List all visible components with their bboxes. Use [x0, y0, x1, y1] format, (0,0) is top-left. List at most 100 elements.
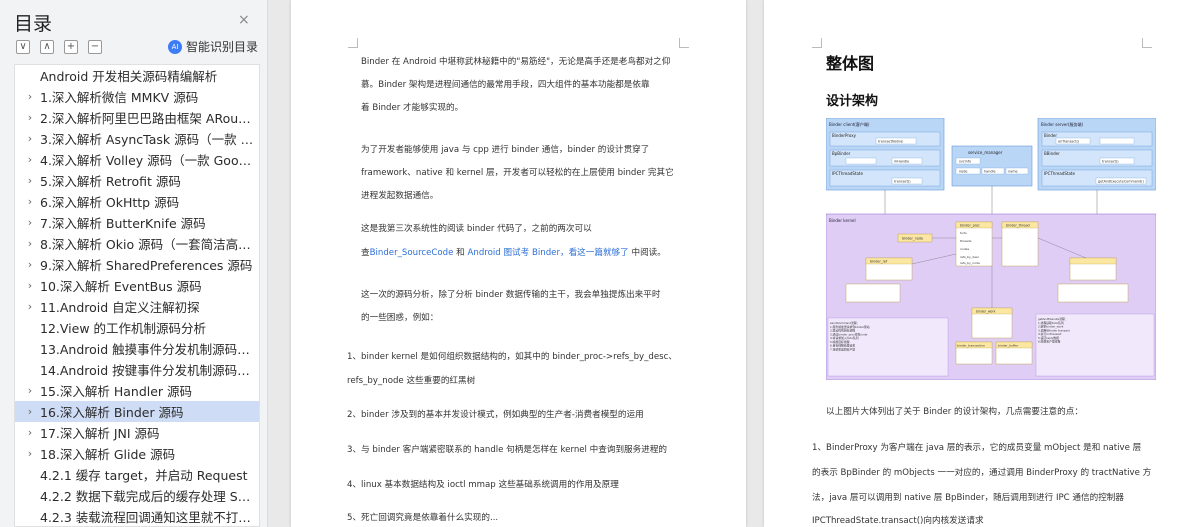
chevron-right-icon[interactable]: ›: [23, 237, 37, 250]
link-this-article[interactable]: ，看这一篇就够了: [560, 248, 629, 258]
toc-item-label: 11.Android 自定义注解初探: [40, 300, 200, 315]
list-item: refs_by_node 这些重要的红黑树: [347, 376, 476, 386]
paragraph-line: 法，java 层可以调用到 native 层 BpBinder，随后调用到进行 …: [812, 493, 1124, 503]
toc-item-label: 7.深入解析 ButterKnife 源码: [40, 216, 206, 231]
server-item: Binder: [1044, 133, 1057, 138]
chevron-right-icon[interactable]: ›: [23, 195, 37, 208]
toc-item-label: 8.深入解析 Okio 源码（一套简洁高效...: [40, 237, 255, 252]
chevron-right-icon[interactable]: ›: [23, 216, 37, 229]
toc-item[interactable]: 4.2.3 装载流程回调通知这里就不打算...: [15, 506, 259, 526]
toc-item[interactable]: › 18.深入解析 Glide 源码: [15, 443, 259, 464]
server-value: getAndExecuteCommand(): [1098, 180, 1144, 184]
kernel-node: binder_proc: [960, 224, 980, 228]
toc-item[interactable]: › 2.深入解析阿里巴巴路由框架 ARoute...: [15, 107, 259, 128]
toc-item[interactable]: 4.2.2 数据下载完成后的缓存处理 Sou...: [15, 485, 259, 506]
toc-item[interactable]: › 16.深入解析 Binder 源码: [15, 401, 259, 422]
client-value: transactNative: [878, 140, 903, 144]
sm-item: name: [1008, 170, 1018, 174]
toc-item[interactable]: › 6.深入解析 OkHttp 源码: [15, 191, 259, 212]
chevron-right-icon[interactable]: ›: [23, 90, 37, 103]
chevron-right-icon[interactable]: ›: [23, 132, 37, 145]
paragraph-line: 的表示 BpBinder 的 mObjects 一一对应的，通过调用 Binde…: [812, 468, 1152, 478]
list-item: 3、与 binder 客户端紧密联系的 handle 句柄是怎样在 kernel…: [347, 445, 668, 455]
page-corner-mark: [812, 38, 822, 48]
text-span: 查: [361, 248, 370, 258]
toc-item-label: 5.深入解析 Retrofit 源码: [40, 174, 181, 189]
chevron-right-icon[interactable]: ›: [23, 447, 37, 460]
client-item: IPCThreadState: [832, 171, 863, 176]
kernel-node: refs_by_node: [960, 261, 980, 265]
toc-item[interactable]: › 17.深入解析 JNI 源码: [15, 422, 259, 443]
server-box-title: Binder server(服务端): [1041, 121, 1084, 127]
chevron-right-icon[interactable]: ›: [23, 405, 37, 418]
remove-item-icon[interactable]: −: [88, 40, 102, 54]
server-item: IPCThreadState: [1044, 171, 1075, 176]
toc-title: 目录: [14, 13, 53, 35]
chevron-right-icon[interactable]: ›: [23, 111, 37, 124]
toc-item[interactable]: 14.Android 按键事件分发机制源码分...: [15, 359, 259, 380]
toc-item[interactable]: 12.View 的工作机制源码分析: [15, 317, 259, 338]
toc-item-label: 3.深入解析 AsyncTask 源码（一款 A...: [40, 132, 255, 147]
add-item-icon[interactable]: +: [64, 40, 78, 54]
chevron-right-icon[interactable]: ›: [23, 174, 37, 187]
binder-architecture-diagram: Binder client(客户端) BinderProxy transactN…: [826, 118, 1156, 380]
toc-item-label: 17.深入解析 JNI 源码: [40, 426, 160, 441]
smart-toc-button[interactable]: AI 智能识别目录: [168, 38, 258, 55]
paragraph-line: 1、BinderProxy 为客户端在 java 层的表示，它的成员变量 mOb…: [812, 443, 1142, 453]
toc-item[interactable]: › 7.深入解析 ButterKnife 源码: [15, 212, 259, 233]
kernel-node: binder_thread: [1006, 224, 1030, 228]
link-android-binder[interactable]: Android 图试考 Binder: [468, 248, 560, 258]
paragraph-line: 着 Binder 才能够实现的。: [361, 103, 464, 113]
kernel-node: binder_transaction: [957, 344, 985, 348]
toc-item[interactable]: › 1.深入解析微信 MMKV 源码: [15, 86, 259, 107]
link-binder-sourcecode[interactable]: Binder_SourceCode: [370, 248, 454, 258]
toc-item-label: 9.深入解析 SharedPreferences 源码: [40, 258, 253, 273]
kernel-node: binder_work: [976, 310, 996, 314]
page-corner-mark: [1142, 38, 1152, 48]
chevron-right-icon[interactable]: ›: [23, 384, 37, 397]
toc-item-label: 14.Android 按键事件分发机制源码分...: [40, 363, 255, 378]
client-item: BinderProxy: [832, 133, 857, 138]
toc-item[interactable]: › 5.深入解析 Retrofit 源码: [15, 170, 259, 191]
expand-all-icon[interactable]: ∧: [40, 40, 54, 54]
collapse-all-icon[interactable]: ∨: [16, 40, 30, 54]
sm-item: node: [959, 170, 967, 174]
chevron-right-icon[interactable]: ›: [23, 258, 37, 271]
paragraph-line: IPCThreadState.transact()向内核发送请求: [812, 516, 984, 526]
paragraph-line: 查Binder_SourceCode 和 Android 图试考 Binder，…: [361, 248, 666, 259]
close-icon[interactable]: ×: [238, 12, 250, 28]
document-page-2: 整体图 设计架构 Binder client(客户端) BinderProxy …: [764, 0, 1200, 527]
toc-panel: 目录 × ∨ ∧ + − AI 智能识别目录 Android 开发相关源码精编解…: [0, 0, 268, 527]
toc-item[interactable]: › 15.深入解析 Handler 源码: [15, 380, 259, 401]
list-item: 5、死亡回调究竟是依靠着什么实现的...: [347, 513, 499, 523]
toc-item[interactable]: Android 开发相关源码精编解析: [15, 65, 259, 86]
toc-item[interactable]: › 11.Android 自定义注解初探: [15, 296, 259, 317]
toc-item[interactable]: › 10.深入解析 EventBus 源码: [15, 275, 259, 296]
chevron-right-icon[interactable]: ›: [23, 153, 37, 166]
toc-item-label: 4.2.2 数据下载完成后的缓存处理 Sou...: [40, 489, 255, 504]
list-item: 1、binder kernel 是如何组织数据结构的，如其中的 binder_p…: [347, 352, 677, 362]
text-span: 和: [453, 248, 468, 258]
server-value: onTransact(): [1058, 140, 1080, 144]
toc-item[interactable]: › 9.深入解析 SharedPreferences 源码: [15, 254, 259, 275]
chevron-right-icon[interactable]: ›: [23, 426, 37, 439]
chevron-right-icon[interactable]: ›: [23, 279, 37, 292]
toc-item[interactable]: 13.Android 触摸事件分发机制源码分...: [15, 338, 259, 359]
toc-item-label: 13.Android 触摸事件分发机制源码分...: [40, 342, 255, 357]
paragraph-line: 为了开发者能够使用 java 与 cpp 进行 binder 通信，binder…: [361, 145, 650, 155]
toc-item-label: 1.深入解析微信 MMKV 源码: [40, 90, 199, 105]
toc-list: Android 开发相关源码精编解析 › 1.深入解析微信 MMKV 源码 › 2.深入…: [14, 64, 260, 527]
toc-item[interactable]: › 4.深入解析 Volley 源码（一款 Googl...: [15, 149, 259, 170]
toc-item[interactable]: 4.2.1 缓存 target，并启动 Request: [15, 464, 259, 485]
toc-item-label: 18.深入解析 Glide 源码: [40, 447, 176, 462]
toc-item[interactable]: › 8.深入解析 Okio 源码（一套简洁高效...: [15, 233, 259, 254]
server-value: transact(): [1102, 160, 1119, 164]
kernel-node: refs_by_desc: [960, 255, 980, 259]
kernel-node: binder_ref: [870, 260, 888, 264]
toc-item[interactable]: › 3.深入解析 AsyncTask 源码（一款 A...: [15, 128, 259, 149]
heading-architecture: 设计架构: [826, 94, 879, 109]
client-box-title: Binder client(客户端): [829, 121, 870, 127]
paragraph-line: framework、native 和 kernel 层，开发者可以轻松的在上层使…: [361, 168, 674, 178]
paragraph-line: 的一些困惑，例如：: [361, 313, 439, 323]
chevron-right-icon[interactable]: ›: [23, 300, 37, 313]
